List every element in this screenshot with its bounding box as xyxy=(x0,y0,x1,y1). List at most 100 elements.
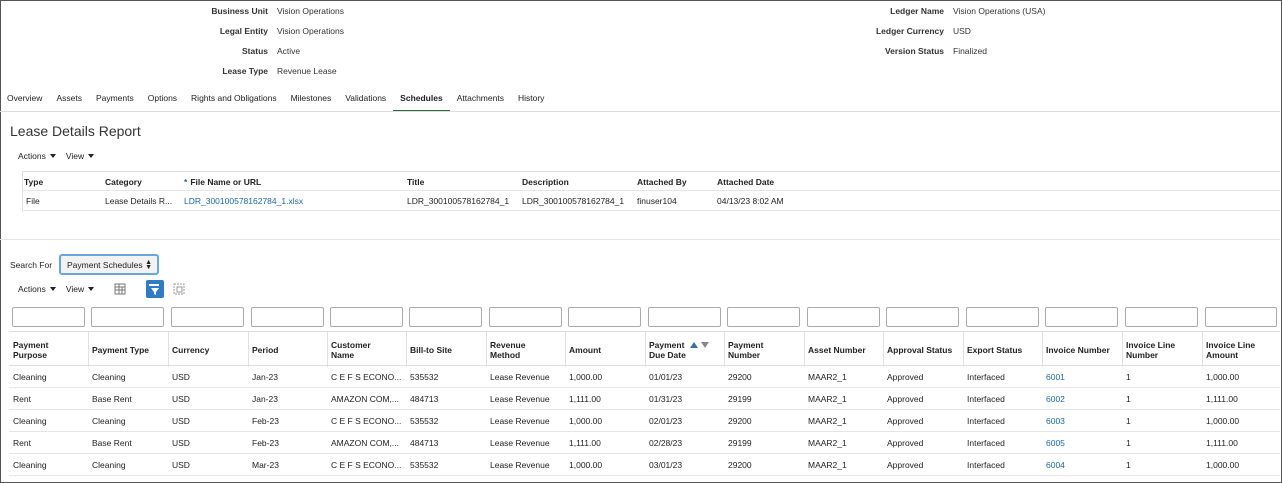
col-period[interactable]: Period xyxy=(248,332,278,367)
cell-bill-to-site: 484713 xyxy=(410,394,439,404)
cell-invoice-line-amount: 1,111.00 xyxy=(1206,394,1238,404)
filter-bill-to-site[interactable] xyxy=(409,307,482,327)
table-row[interactable]: Rent Base Rent USD Jan-23 AMAZON COM,... 4847… xyxy=(9,388,1280,410)
col-label: Payment Type xyxy=(92,344,150,355)
col-invoice-number[interactable]: Invoice Number xyxy=(1042,332,1110,367)
filter-invoice-line-amount[interactable] xyxy=(1205,307,1277,327)
cell-invoice-line-number: 1 xyxy=(1126,394,1131,404)
invoice-number-link[interactable]: 6001 xyxy=(1042,372,1120,382)
col-revenue-method[interactable]: Revenue Method xyxy=(486,332,525,367)
caret-down-icon xyxy=(88,287,95,291)
cell-amount: 1,111.00 xyxy=(569,438,601,448)
col-payment-due-date[interactable]: Payment Due Date xyxy=(645,332,710,367)
field-value: USD xyxy=(953,26,971,36)
invoice-number-link[interactable]: 6002 xyxy=(1042,394,1120,404)
field-value: Finalized xyxy=(953,46,988,56)
filter-payment-purpose[interactable] xyxy=(12,307,85,327)
filter-approval-status[interactable] xyxy=(886,307,959,327)
cell-payment-purpose: Cleaning xyxy=(13,416,47,426)
filter-asset-number[interactable] xyxy=(807,307,880,327)
invoice-number-link[interactable]: 6004 xyxy=(1042,460,1120,470)
cell-revenue-method: Lease Revenue xyxy=(490,438,550,448)
sort-descending-icon[interactable] xyxy=(701,341,710,348)
col-export-status[interactable]: Export Status xyxy=(963,332,1022,367)
col-amount[interactable]: Amount xyxy=(565,332,601,367)
col-title: Title xyxy=(407,177,425,187)
filter-invoice-number[interactable] xyxy=(1045,307,1118,327)
cell-revenue-method: Lease Revenue xyxy=(490,416,550,426)
freeze-columns-icon[interactable] xyxy=(112,281,128,297)
table-row[interactable]: File Lease Details R... LDR_300100578162… xyxy=(22,191,1280,211)
col-payment-number[interactable]: Payment Number xyxy=(724,332,763,367)
filter-amount[interactable] xyxy=(568,307,641,327)
cell-payment-due-date: 01/31/23 xyxy=(649,394,683,404)
detach-table-icon[interactable] xyxy=(171,281,187,297)
col-currency[interactable]: Currency xyxy=(168,332,209,367)
tab-assets[interactable]: Assets xyxy=(49,88,89,112)
filter-revenue-method[interactable] xyxy=(489,307,562,327)
filter-payment-type[interactable] xyxy=(91,307,164,327)
tab-overview[interactable]: Overview xyxy=(0,88,49,112)
col-asset-number[interactable]: Asset Number xyxy=(804,332,866,367)
filter-period[interactable] xyxy=(251,307,324,327)
cell-bill-to-site: 484713 xyxy=(410,438,439,448)
filter-currency[interactable] xyxy=(171,307,244,327)
cell-approval-status: Approved xyxy=(887,460,924,470)
filter-invoice-line-number[interactable] xyxy=(1125,307,1198,327)
cell-currency: USD xyxy=(172,460,190,470)
cell-payment-type: Base Rent xyxy=(92,438,132,448)
actions-menu[interactable]: Actions xyxy=(18,284,56,294)
sort-ascending-icon[interactable] xyxy=(690,341,699,348)
tab-attachments[interactable]: Attachments xyxy=(450,88,511,112)
view-label: View xyxy=(65,151,85,161)
tab-payments[interactable]: Payments xyxy=(89,88,141,112)
cell-payment-due-date: 01/01/23 xyxy=(649,372,683,382)
view-menu[interactable]: View xyxy=(66,284,95,294)
col-bill-to-site[interactable]: Bill-to Site xyxy=(406,332,452,367)
cell-invoice-line-number: 1 xyxy=(1126,372,1131,382)
tab-milestones[interactable]: Milestones xyxy=(284,88,339,112)
cell-amount: 1,111.00 xyxy=(569,394,601,404)
filter-export-status[interactable] xyxy=(966,307,1039,327)
cell-payment-type: Cleaning xyxy=(92,416,126,426)
cell-currency: USD xyxy=(172,416,190,426)
cell-period: Mar-23 xyxy=(252,460,279,470)
tab-options[interactable]: Options xyxy=(141,88,184,112)
actions-menu[interactable]: Actions xyxy=(18,151,56,161)
filter-payment-due-date[interactable] xyxy=(648,307,721,327)
cell-asset-number: MAAR2_1 xyxy=(808,372,847,382)
cell-asset-number: MAAR2_1 xyxy=(808,394,847,404)
filter-customer-name[interactable] xyxy=(330,307,403,327)
caret-down-icon xyxy=(88,154,95,158)
col-payment-type[interactable]: Payment Type xyxy=(88,332,149,367)
col-label: Payment xyxy=(728,339,764,350)
cell-amount: 1,000.00 xyxy=(569,416,603,426)
col-approval-status[interactable]: Approval Status xyxy=(883,332,952,367)
col-payment-purpose[interactable]: Payment Purpose xyxy=(9,332,48,367)
table-row[interactable]: Cleaning Cleaning USD Mar-23 C E F S ECONO..… xyxy=(9,454,1280,476)
search-for-select[interactable]: Payment Schedules ▲ ▼ xyxy=(59,254,159,275)
section-divider xyxy=(0,239,1280,240)
tab-bar: Overview Assets Payments Options Rights … xyxy=(0,88,551,112)
col-invoice-line-amount[interactable]: Invoice Line Amount xyxy=(1202,332,1255,367)
tab-rights-and-obligations[interactable]: Rights and Obligations xyxy=(184,88,284,112)
view-menu[interactable]: View xyxy=(65,151,95,161)
cell-customer-name: C E F S ECONO... xyxy=(331,416,401,426)
filter-payment-number[interactable] xyxy=(727,307,800,327)
col-invoice-line-number[interactable]: Invoice Line Number xyxy=(1122,332,1175,367)
table-row[interactable]: Cleaning Cleaning USD Jan-23 C E F S ECONO..… xyxy=(9,366,1280,388)
table-row[interactable]: Rent Base Rent USD Feb-23 AMAZON COM,... 4847… xyxy=(9,432,1280,454)
file-link[interactable]: LDR_300100578162784_1.xlsx xyxy=(184,196,303,206)
tab-schedules[interactable]: Schedules xyxy=(393,88,450,112)
invoice-number-link[interactable]: 6005 xyxy=(1042,438,1120,448)
tab-validations[interactable]: Validations xyxy=(338,88,393,112)
cell-revenue-method: Lease Revenue xyxy=(490,460,550,470)
table-row[interactable]: Cleaning Cleaning USD Feb-23 C E F S ECONO..… xyxy=(9,410,1280,432)
attachments-table: Type Category * File Name or URL Title De… xyxy=(22,171,1280,211)
col-description: Description xyxy=(522,177,569,187)
cell-currency: USD xyxy=(172,394,190,404)
tab-history[interactable]: History xyxy=(511,88,551,112)
query-by-example-icon[interactable] xyxy=(146,280,164,298)
col-customer-name[interactable]: Customer Name xyxy=(327,332,371,367)
invoice-number-link[interactable]: 6003 xyxy=(1042,416,1120,426)
